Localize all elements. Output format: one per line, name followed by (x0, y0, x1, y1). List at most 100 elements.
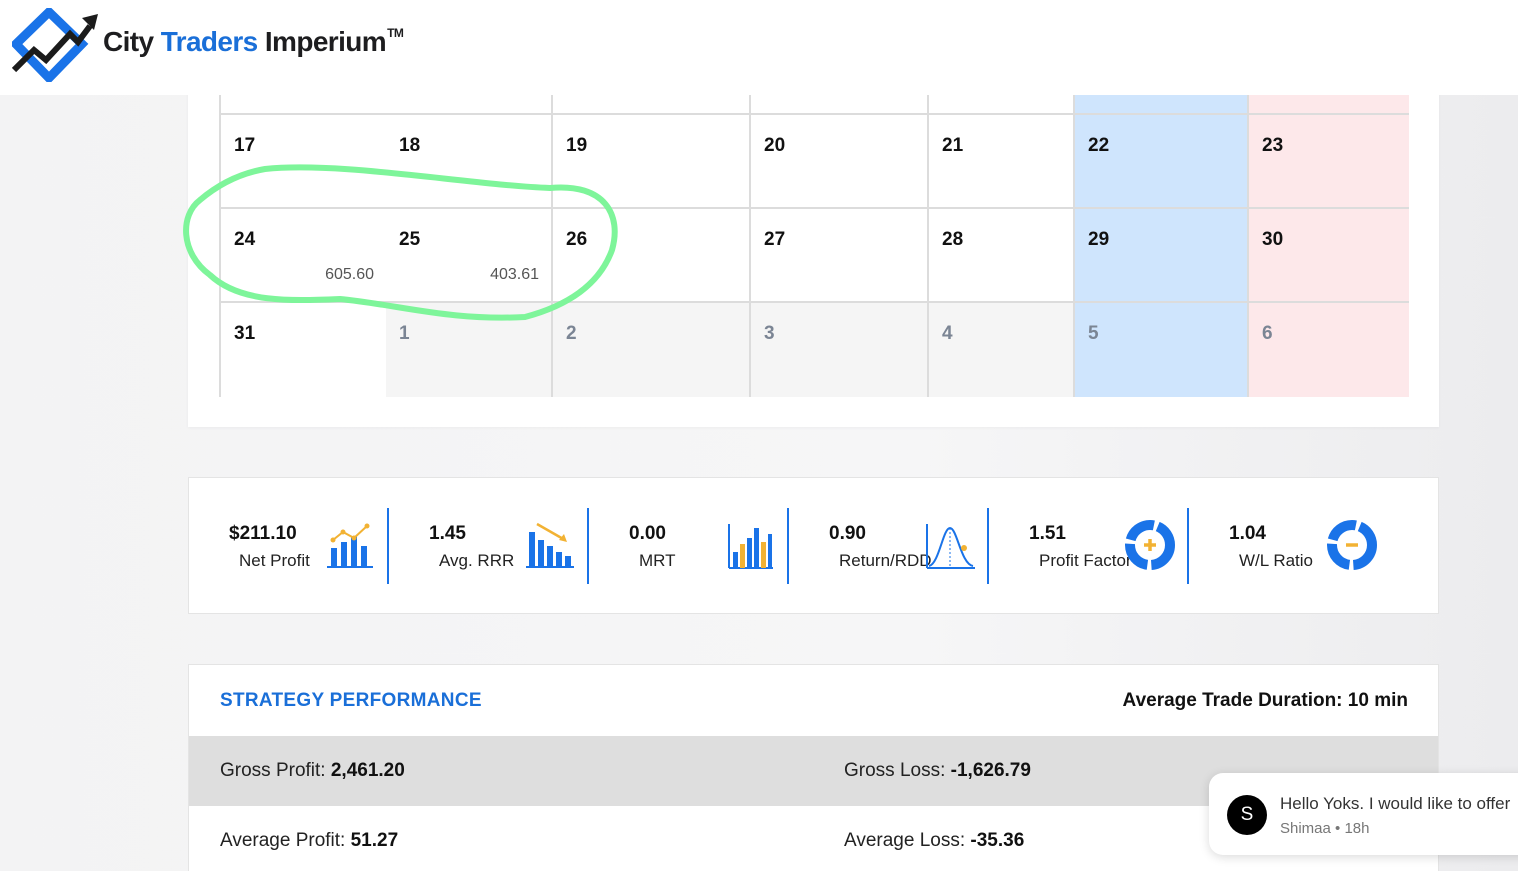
calendar-day-cell[interactable]: 21 (929, 115, 1075, 209)
calendar-day-cell[interactable]: 30 (1249, 209, 1409, 303)
calendar-day-pnl: 605.60 (325, 266, 374, 283)
calendar-day-cell[interactable]: 18 (386, 115, 553, 209)
calendar-day-pnl: 403.61 (490, 266, 539, 283)
stat-w-l-ratio: 1.04 W/L Ratio (1189, 508, 1389, 584)
avatar[interactable]: S (1227, 795, 1267, 835)
donut-plus-icon (1123, 518, 1177, 572)
stat-label: Return/RDD (839, 551, 932, 570)
stat-value: 1.51 (1029, 523, 1066, 544)
calendar-day-cell[interactable]: 29 (1075, 209, 1249, 303)
brand-trademark: TM (387, 25, 404, 40)
stats-strip: $211.10 Net Profit 1.45 Avg. RRR 0.00 MRT 0.90… (188, 477, 1439, 614)
calendar-day-cell[interactable]: 25 403.61 (386, 209, 553, 303)
stat-net-profit: $211.10 Net Profit (189, 508, 389, 584)
average-loss-value: -35.36 (970, 830, 1025, 851)
stat-return-rdd: 0.90 Return/RDD (789, 508, 989, 584)
calendar-day-cell[interactable]: 5 (1075, 303, 1249, 397)
calendar-row-week-1: 17 18 19 20 21 22 23 (221, 115, 1409, 209)
calendar-day-number: 2 (566, 323, 577, 344)
toast-separator: • (1335, 820, 1341, 837)
calendar-day-number: 17 (234, 135, 256, 156)
stat-avg-rrr: 1.45 Avg. RRR (389, 508, 589, 584)
stat-label: Profit Factor (1039, 551, 1132, 570)
gross-profit-label: Gross Profit: (220, 760, 326, 781)
calendar-day-cell[interactable]: 17 (221, 115, 388, 209)
bar-chart-trend-icon (323, 518, 377, 572)
calendar-day-number: 5 (1088, 323, 1099, 344)
calendar-day-number: 27 (764, 229, 786, 250)
calendar-day-cell[interactable]: 19 (553, 115, 751, 209)
calendar-day-cell[interactable]: 2 (553, 303, 751, 397)
bell-curve-icon (923, 518, 977, 572)
brand-traders: Traders (160, 26, 259, 57)
site-header: City Traders ImperiumTM (0, 0, 1518, 95)
gross-profit: Gross Profit: 2,461.20 (220, 760, 405, 782)
calendar-day-number: 1 (399, 323, 410, 344)
bar-chart-down-icon (523, 518, 577, 572)
stat-value: 1.04 (1229, 523, 1266, 544)
calendar-day-number: 4 (942, 323, 953, 344)
average-profit: Average Profit: 51.27 (220, 830, 398, 852)
calendar-day-number: 21 (942, 135, 964, 156)
strategy-performance-title: STRATEGY PERFORMANCE (220, 690, 482, 711)
calendar-day-number: 28 (942, 229, 964, 250)
calendar-day-number: 23 (1262, 135, 1284, 156)
calendar-row-week-2: 24 605.60 25 403.61 26 27 28 29 30 (221, 209, 1409, 303)
toast-time: 18h (1344, 820, 1370, 837)
stat-label: Avg. RRR (439, 551, 515, 570)
calendar-day-number: 22 (1088, 135, 1110, 156)
calendar-day-number: 30 (1262, 229, 1284, 250)
toast-sender: Shimaa (1280, 820, 1331, 837)
stat-profit-factor: 1.51 Profit Factor (989, 508, 1189, 584)
average-profit-value: 51.27 (350, 830, 399, 851)
logo-diamond-icon[interactable] (12, 8, 98, 82)
calendar-day-number: 19 (566, 135, 588, 156)
calendar-day-cell[interactable]: 31 (221, 303, 388, 397)
calendar-day-number: 31 (234, 323, 256, 344)
stat-value: $211.10 (229, 523, 297, 544)
calendar-day-number: 29 (1088, 229, 1110, 250)
average-loss-label: Average Loss: (844, 830, 966, 851)
brand-city: City (103, 26, 154, 57)
calendar-day-number: 6 (1262, 323, 1273, 344)
calendar-day-cell[interactable]: 28 (929, 209, 1075, 303)
calendar-day-number: 18 (399, 135, 421, 156)
stat-value: 0.90 (829, 523, 866, 544)
average-profit-label: Average Profit: (220, 830, 346, 851)
stat-value: 1.45 (429, 523, 466, 544)
calendar-day-cell[interactable]: 3 (751, 303, 929, 397)
calendar-day-number: 24 (234, 229, 256, 250)
calendar-day-cell[interactable]: 27 (751, 209, 929, 303)
brand-name[interactable]: City Traders ImperiumTM (103, 25, 404, 58)
stat-value: 0.00 (629, 523, 666, 544)
gross-loss: Gross Loss: -1,626.79 (844, 760, 1031, 782)
stat-label: W/L Ratio (1239, 551, 1314, 570)
gross-loss-label: Gross Loss: (844, 760, 946, 781)
calendar-day-number: 3 (764, 323, 775, 344)
calendar-day-cell[interactable]: 4 (929, 303, 1075, 397)
toast-message[interactable]: Hello Yoks. I would like to offer (1280, 794, 1510, 814)
calendar-day-number: 25 (399, 229, 421, 250)
stat-mrt: 0.00 MRT (589, 508, 789, 584)
calendar-day-cell[interactable]: 26 (553, 209, 751, 303)
calendar-day-cell[interactable]: 24 605.60 (221, 209, 388, 303)
calendar-day-cell[interactable]: 1 (386, 303, 553, 397)
calendar-row-week-3: 31 1 2 3 4 5 6 (221, 303, 1409, 397)
calendar-day-cell[interactable]: 6 (1249, 303, 1409, 397)
gross-profit-value: 2,461.20 (330, 760, 405, 781)
duration-value: 10 min (1347, 690, 1408, 711)
average-loss: Average Loss: -35.36 (844, 830, 1024, 852)
donut-minus-icon (1325, 518, 1379, 572)
calendar-day-cell[interactable]: 23 (1249, 115, 1409, 209)
toast-meta: Shimaa • 18h (1280, 820, 1370, 837)
average-trade-duration: Average Trade Duration: 10 min (1123, 690, 1408, 712)
bar-chart-mixed-icon (723, 518, 777, 572)
stat-label: Net Profit (239, 551, 310, 570)
calendar-day-cell[interactable]: 20 (751, 115, 929, 209)
calendar-day-number: 20 (764, 135, 786, 156)
calendar-day-cell[interactable]: 22 (1075, 115, 1249, 209)
brand-imperium: Imperium (264, 26, 387, 57)
duration-label: Average Trade Duration: (1122, 690, 1343, 711)
calendar-day-number: 26 (566, 229, 588, 250)
chat-message-toast[interactable]: S Hello Yoks. I would like to offer Shim… (1209, 773, 1518, 855)
